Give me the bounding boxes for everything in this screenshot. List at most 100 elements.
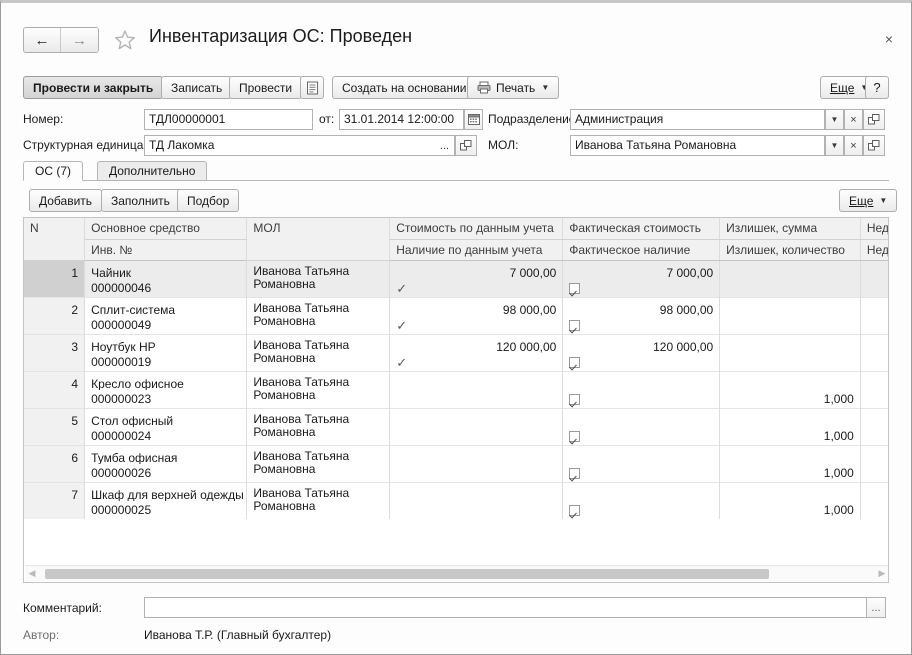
cell-shortage[interactable] bbox=[860, 481, 888, 519]
cell-asset-name[interactable]: Шкаф для верхней одежды 000000025 bbox=[84, 481, 248, 519]
checkbox-checked-icon[interactable] bbox=[569, 393, 581, 405]
comment-input[interactable] bbox=[144, 597, 867, 618]
number-input[interactable]: ТДЛ00000001 bbox=[144, 109, 313, 130]
scroll-thumb[interactable] bbox=[45, 568, 769, 579]
checkbox-checked-icon[interactable] bbox=[569, 467, 581, 479]
cell-surplus[interactable]: 1,000 bbox=[719, 444, 861, 482]
close-icon[interactable]: × bbox=[881, 32, 897, 48]
cell-shortage[interactable] bbox=[860, 259, 888, 297]
cell-surplus[interactable] bbox=[719, 259, 861, 297]
calendar-icon[interactable] bbox=[464, 109, 483, 130]
cell-mol[interactable]: Иванова Татьяна Романовна bbox=[246, 407, 391, 445]
table-row[interactable]: 2 Сплит-система 000000049 Иванова Татьяна … bbox=[24, 296, 888, 334]
help-button[interactable]: ? bbox=[865, 76, 889, 99]
chevron-down-icon[interactable]: ▼ bbox=[825, 109, 844, 130]
cell-mol[interactable]: Иванова Татьяна Романовна bbox=[246, 333, 391, 371]
cell-row-number[interactable]: 5 bbox=[24, 407, 86, 445]
col-inv-number[interactable]: Инв. № bbox=[84, 239, 248, 261]
checkbox-checked-icon[interactable] bbox=[569, 282, 581, 294]
table-row[interactable]: 6 Тумба офисная 000000026 Иванова Татьяна … bbox=[24, 444, 888, 482]
cell-actual[interactable] bbox=[562, 407, 721, 445]
date-input[interactable]: 31.01.2014 12:00:00 bbox=[339, 109, 464, 130]
horizontal-scrollbar[interactable]: ◀ ▶ bbox=[25, 565, 888, 581]
cell-surplus[interactable]: 1,000 bbox=[719, 370, 861, 408]
cell-mol[interactable]: Иванова Татьяна Романовна bbox=[246, 444, 391, 482]
cell-row-number[interactable]: 6 bbox=[24, 444, 86, 482]
clear-x-icon[interactable]: × bbox=[844, 135, 863, 156]
clear-x-icon[interactable]: × bbox=[844, 109, 863, 130]
cell-shortage[interactable] bbox=[860, 444, 888, 482]
cell-asset-name[interactable]: Стол офисный 000000024 bbox=[84, 407, 248, 445]
cell-accounting[interactable] bbox=[389, 407, 564, 445]
cell-mol[interactable]: Иванова Татьяна Романовна bbox=[246, 296, 391, 334]
forward-icon[interactable]: → bbox=[61, 28, 98, 52]
cell-shortage[interactable] bbox=[860, 407, 888, 445]
comment-pick-button[interactable]: ... bbox=[867, 597, 886, 618]
open-external-icon[interactable] bbox=[863, 135, 885, 156]
structural-unit-input[interactable]: ТД Лакомка bbox=[144, 135, 455, 156]
cell-row-number[interactable]: 1 bbox=[24, 259, 86, 297]
table-row[interactable]: 5 Стол офисный 000000024 Иванова Татьяна Р… bbox=[24, 407, 888, 445]
star-icon[interactable] bbox=[113, 28, 137, 52]
col-surplus-sum[interactable]: Излишек, сумма bbox=[719, 218, 861, 240]
document-icon[interactable] bbox=[300, 76, 324, 99]
cell-accounting[interactable] bbox=[389, 444, 564, 482]
cell-shortage[interactable] bbox=[860, 370, 888, 408]
table-row[interactable]: 7 Шкаф для верхней одежды 000000025 Иванов… bbox=[24, 481, 888, 519]
cell-accounting[interactable]: 7 000,00 ✓ bbox=[389, 259, 564, 297]
scroll-track[interactable] bbox=[39, 568, 875, 580]
checkbox-checked-icon[interactable] bbox=[569, 356, 581, 368]
cell-mol[interactable]: Иванова Татьяна Романовна bbox=[246, 370, 391, 408]
select-button[interactable]: Подбор bbox=[177, 189, 240, 212]
cell-shortage[interactable] bbox=[860, 333, 888, 371]
cell-actual[interactable] bbox=[562, 481, 721, 519]
cell-row-number[interactable]: 4 bbox=[24, 370, 86, 408]
chevron-down-icon[interactable]: ▼ bbox=[825, 135, 844, 156]
col-shortage-qty[interactable]: Недостача, количество bbox=[860, 239, 888, 261]
cell-actual[interactable]: 7 000,00 bbox=[562, 259, 721, 297]
checkbox-checked-icon[interactable] bbox=[569, 504, 581, 516]
cell-actual[interactable]: 98 000,00 bbox=[562, 296, 721, 334]
mol-input[interactable]: Иванова Татьяна Романовна bbox=[570, 135, 825, 156]
scroll-right-icon[interactable]: ▶ bbox=[875, 568, 888, 579]
cell-shortage[interactable] bbox=[860, 296, 888, 334]
cell-asset-name[interactable]: Кресло офисное 000000023 bbox=[84, 370, 248, 408]
table-row[interactable]: 3 Ноутбук HP 000000019 Иванова Татьяна Ром… bbox=[24, 333, 888, 371]
col-shortage-sum[interactable]: Недостача, сумма bbox=[860, 218, 888, 240]
col-mol[interactable]: МОЛ bbox=[246, 218, 391, 261]
add-button[interactable]: Добавить bbox=[29, 189, 103, 212]
cell-asset-name[interactable]: Сплит-система 000000049 bbox=[84, 296, 248, 334]
cell-mol[interactable]: Иванова Татьяна Романовна bbox=[246, 259, 391, 297]
tab-dopolnitelno[interactable]: Дополнительно bbox=[97, 161, 208, 181]
open-external-icon[interactable] bbox=[863, 109, 885, 130]
cell-asset-name[interactable]: Тумба офисная 000000026 bbox=[84, 444, 248, 482]
cell-accounting[interactable]: 98 000,00 ✓ bbox=[389, 296, 564, 334]
cell-actual[interactable]: 120 000,00 bbox=[562, 333, 721, 371]
cell-accounting[interactable] bbox=[389, 481, 564, 519]
col-asset[interactable]: Основное средство bbox=[84, 218, 248, 240]
open-external-icon[interactable] bbox=[455, 135, 477, 156]
cell-accounting[interactable]: 120 000,00 ✓ bbox=[389, 333, 564, 371]
grid-more-button[interactable]: Еще ▼ bbox=[839, 189, 898, 212]
cell-asset-name[interactable]: Ноутбук HP 000000019 bbox=[84, 333, 248, 371]
post-button[interactable]: Провести bbox=[229, 76, 303, 99]
col-n[interactable]: N bbox=[24, 218, 86, 261]
col-present-actual[interactable]: Фактическое наличие bbox=[562, 239, 721, 261]
cell-mol[interactable]: Иванова Татьяна Романовна bbox=[246, 481, 391, 519]
checkbox-checked-icon[interactable] bbox=[569, 430, 581, 442]
cell-actual[interactable] bbox=[562, 370, 721, 408]
unit-pick-button[interactable]: ... bbox=[435, 135, 454, 156]
cell-surplus[interactable]: 1,000 bbox=[719, 481, 861, 519]
print-button[interactable]: Печать ▼ bbox=[467, 76, 560, 99]
tab-os[interactable]: ОС (7) bbox=[23, 161, 83, 181]
col-present-accounting[interactable]: Наличие по данным учета bbox=[389, 239, 564, 261]
cell-surplus[interactable]: 1,000 bbox=[719, 407, 861, 445]
table-row[interactable]: 4 Кресло офисное 000000023 Иванова Татьяна… bbox=[24, 370, 888, 408]
cell-surplus[interactable] bbox=[719, 333, 861, 371]
cell-surplus[interactable] bbox=[719, 296, 861, 334]
cell-row-number[interactable]: 2 bbox=[24, 296, 86, 334]
col-cost-accounting[interactable]: Стоимость по данным учета bbox=[389, 218, 564, 240]
scroll-left-icon[interactable]: ◀ bbox=[25, 568, 39, 579]
post-and-close-button[interactable]: Провести и закрыть bbox=[23, 76, 164, 99]
col-surplus-qty[interactable]: Излишек, количество bbox=[719, 239, 861, 261]
